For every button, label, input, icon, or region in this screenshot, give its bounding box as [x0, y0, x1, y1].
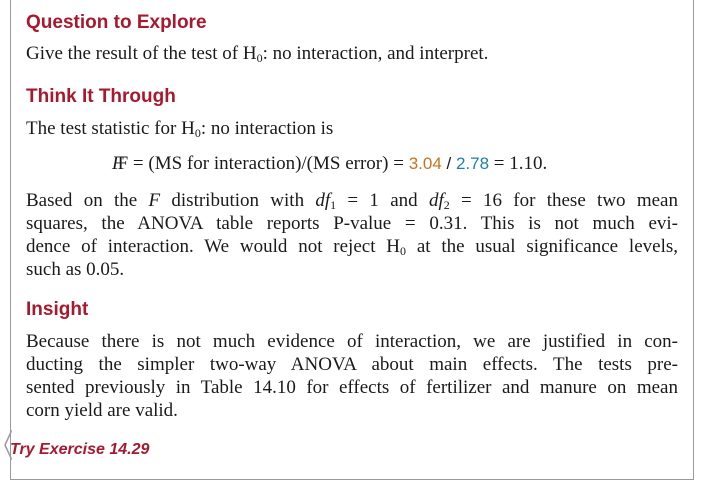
ms-error-value: 2.78: [455, 154, 490, 173]
formula-result: = 1.10.: [489, 153, 548, 174]
question-text: Give the result of the test of H0: no in…: [26, 43, 489, 65]
question-heading: Question to Explore: [26, 12, 207, 33]
ms-interaction-value: 3.04: [408, 154, 442, 173]
formula-lhs: F = (MS for interaction)/(MS error) =: [117, 153, 409, 174]
think-intro: The test statistic for H0: no interactio…: [26, 118, 334, 140]
f-statistic-formula: FF = (MS for interaction)/(MS error) = 3…: [112, 153, 548, 174]
insight-heading: Insight: [26, 299, 89, 320]
think-paragraph: Based on the F distribution with df1 = 1…: [26, 190, 679, 280]
try-exercise-link[interactable]: Try Exercise 14.29: [10, 441, 149, 459]
formula-slash: /: [441, 154, 456, 173]
insight-paragraph: Because there is not much evidence of in…: [26, 331, 678, 421]
think-heading: Think It Through: [26, 86, 176, 107]
